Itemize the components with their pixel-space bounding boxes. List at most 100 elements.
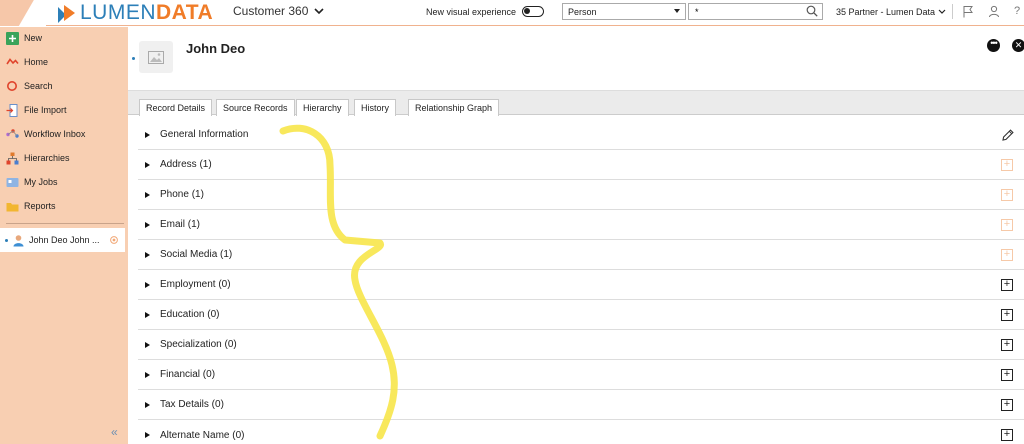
app-switcher[interactable]: Customer 360: [233, 4, 324, 18]
expand-caret-icon[interactable]: [145, 341, 150, 348]
tenant-selector[interactable]: 35 Partner - Lumen Data: [836, 7, 946, 17]
add-icon[interactable]: +: [1001, 159, 1013, 171]
section-label: Specialization (0): [160, 339, 237, 350]
expand-caret-icon[interactable]: [145, 251, 150, 258]
section-label: Financial (0): [160, 369, 216, 380]
close-icon[interactable]: ✕: [1012, 39, 1024, 52]
add-icon[interactable]: +: [1001, 279, 1013, 291]
section-label: Address (1): [160, 159, 212, 170]
workflow-icon: [6, 128, 19, 141]
record-title: John Deo: [186, 41, 246, 56]
search-input[interactable]: [688, 3, 823, 20]
sidebar-item-search[interactable]: Search: [0, 75, 128, 97]
section-label: Alternate Name (0): [160, 429, 245, 441]
sidebar-item-label: Reports: [24, 201, 56, 211]
add-icon[interactable]: +: [1001, 309, 1013, 321]
add-icon[interactable]: +: [1001, 189, 1013, 201]
add-icon[interactable]: +: [1001, 219, 1013, 231]
section-phone[interactable]: Phone (1) +: [138, 180, 1024, 210]
image-placeholder-icon: [148, 50, 164, 64]
logo-mark-icon: [58, 4, 76, 23]
section-tax-details[interactable]: Tax Details (0) +: [138, 390, 1024, 420]
search-icon[interactable]: [806, 5, 818, 17]
sidebar-divider: [6, 223, 124, 224]
sidebar-item-label: Home: [24, 57, 49, 67]
visual-toggle-label: New visual experience: [426, 7, 517, 17]
user-icon[interactable]: [988, 5, 1000, 18]
tab-record-details[interactable]: Record Details: [139, 99, 213, 116]
sidebar-item-reports[interactable]: Reports: [0, 195, 128, 217]
sidebar-item-my-jobs[interactable]: My Jobs: [0, 171, 128, 193]
section-employment[interactable]: Employment (0) +: [138, 270, 1024, 300]
logo-stripe: [0, 0, 46, 26]
add-icon[interactable]: +: [1001, 429, 1013, 441]
expand-caret-icon[interactable]: [145, 401, 150, 408]
expand-caret-icon[interactable]: [145, 371, 150, 378]
record-avatar[interactable]: [139, 41, 173, 73]
search-icon: [6, 80, 19, 93]
app-title: Customer 360: [233, 4, 309, 18]
expand-caret-icon[interactable]: [145, 131, 150, 138]
add-icon[interactable]: +: [1001, 249, 1013, 261]
expand-caret-icon[interactable]: [145, 311, 150, 318]
sidebar-item-workflow-inbox[interactable]: Workflow Inbox: [0, 123, 128, 145]
section-address[interactable]: Address (1) +: [138, 150, 1024, 180]
section-email[interactable]: Email (1) +: [138, 210, 1024, 240]
visual-experience-toggle[interactable]: [522, 6, 544, 17]
entity-type-value: Person: [568, 7, 597, 17]
sidebar-open-record[interactable]: John Deo John ...: [0, 228, 125, 252]
section-financial[interactable]: Financial (0) +: [138, 360, 1024, 390]
tab-source-records[interactable]: Source Records: [216, 99, 295, 116]
sidebar-item-hierarchies[interactable]: Hierarchies: [0, 147, 128, 169]
section-education[interactable]: Education (0) +: [138, 300, 1024, 330]
more-options-icon[interactable]: •••: [987, 39, 1000, 52]
section-label: General Information: [160, 129, 249, 140]
entity-type-select[interactable]: Person: [562, 3, 686, 20]
sidebar-item-label: New: [24, 33, 43, 43]
tab-hierarchy[interactable]: Hierarchy: [296, 99, 349, 116]
sidebar-item-label: File Import: [24, 105, 67, 115]
tab-history[interactable]: History: [354, 99, 397, 116]
sidebar-item-label: Workflow Inbox: [24, 129, 86, 139]
add-icon[interactable]: +: [1001, 399, 1013, 411]
open-record-label: John Deo John ...: [29, 235, 100, 245]
add-icon[interactable]: +: [1001, 339, 1013, 351]
file-import-icon: [6, 103, 19, 117]
section-label: Email (1): [160, 219, 201, 230]
expand-caret-icon[interactable]: [145, 281, 150, 288]
section-label: Education (0): [160, 309, 220, 320]
section-label: Social Media (1): [160, 249, 233, 260]
section-label: Tax Details (0): [160, 399, 224, 410]
section-social-media[interactable]: Social Media (1) +: [138, 240, 1024, 270]
sidebar-item-file-import[interactable]: File Import: [0, 99, 128, 121]
section-general-information[interactable]: General Information: [138, 120, 1024, 150]
brand-name: LUMENDATA: [80, 1, 214, 24]
sidebar-item-label: My Jobs: [24, 177, 58, 187]
section-specialization[interactable]: Specialization (0) +: [138, 330, 1024, 360]
active-indicator: [5, 238, 8, 242]
tenant-name: 35 Partner - Lumen Data: [836, 7, 936, 17]
flag-icon[interactable]: [962, 5, 974, 18]
chevron-down-icon: [314, 7, 324, 14]
expand-caret-icon[interactable]: [145, 221, 150, 228]
separator: [952, 4, 953, 19]
section-label: Employment (0): [160, 279, 231, 290]
close-tab-icon[interactable]: [109, 236, 118, 244]
sidebar-item-new[interactable]: New: [0, 27, 128, 49]
expand-caret-icon[interactable]: [145, 161, 150, 168]
tab-relationship-graph[interactable]: Relationship Graph: [408, 99, 500, 116]
collapse-sidebar-icon[interactable]: «: [111, 425, 118, 439]
brand-logo[interactable]: LUMENDATA: [58, 2, 213, 24]
chevron-down-icon: [938, 9, 946, 14]
help-icon[interactable]: ?: [1014, 5, 1024, 18]
hierarchy-icon: [6, 152, 19, 165]
sidebar-item-home[interactable]: Home: [0, 51, 128, 73]
add-icon[interactable]: +: [1001, 369, 1013, 381]
caret-down-icon: [674, 9, 680, 13]
expand-caret-icon[interactable]: [145, 432, 150, 438]
sidebar: New Home Search File Import Workflow Inb…: [0, 27, 128, 444]
jobs-icon: [6, 176, 19, 189]
section-alternate-name[interactable]: Alternate Name (0) +: [138, 420, 1024, 444]
expand-caret-icon[interactable]: [145, 191, 150, 198]
edit-pencil-icon[interactable]: [1001, 128, 1015, 142]
